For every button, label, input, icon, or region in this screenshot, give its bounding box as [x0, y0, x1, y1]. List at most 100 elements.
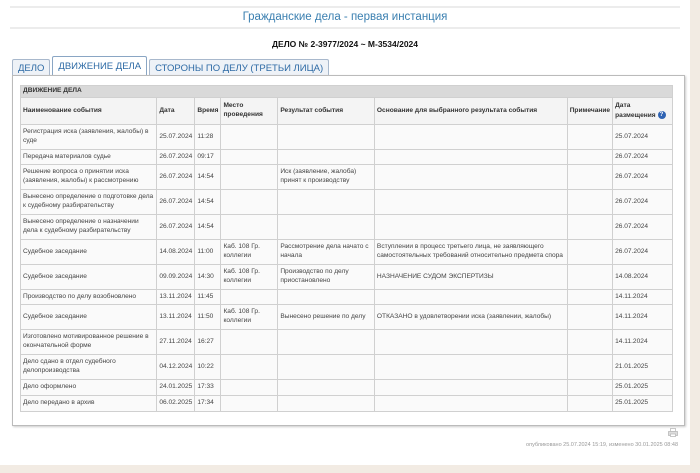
table-row: Решение вопроса о принятии иска (заявлен… [19, 164, 673, 190]
table-row: Судебное заседание 09.09.2024 14:30 Каб. 10… [19, 264, 673, 290]
cell-time: 10:22 [194, 354, 222, 380]
print-icon[interactable] [668, 428, 678, 437]
section-title: ДВИЖЕНИЕ ДЕЛА [20, 85, 673, 98]
cell-time: 17:33 [194, 379, 222, 396]
cell-note [566, 149, 614, 165]
cell-place [220, 354, 279, 380]
cell-time: 11:00 [194, 239, 222, 265]
cell-note [566, 124, 614, 150]
table-row: Дело оформлено 24.01.2025 17:33 25.01.2025 [19, 379, 673, 396]
cell-time: 09:17 [194, 149, 222, 165]
page-title: Гражданские дела - первая инстанция [242, 11, 448, 23]
cell-place [220, 124, 279, 150]
cell-event: Дело сдано в отдел судебного делопроизво… [19, 354, 158, 380]
cell-event: Судебное заседание [19, 304, 158, 330]
cell-date: 24.01.2025 [156, 379, 196, 396]
cell-result [277, 395, 375, 412]
cell-posted: 14.11.2024 [612, 289, 673, 305]
case-movement-table: ДВИЖЕНИЕ ДЕЛА Наименование события Дата … [19, 85, 673, 412]
divider [10, 27, 680, 29]
cell-result [277, 149, 375, 165]
cell-note [566, 164, 614, 190]
cell-place [220, 214, 279, 240]
cell-time: 14:54 [194, 189, 222, 215]
table-row: Дело сдано в отдел судебного делопроизво… [19, 354, 673, 380]
cell-place [220, 149, 279, 165]
cell-basis [373, 354, 568, 380]
table-row: Передача материалов судье 26.07.2024 09:17… [19, 149, 673, 165]
cell-result [277, 354, 375, 380]
cell-result: Иск (заявление, жалоба) принят к произво… [277, 164, 375, 190]
tab-bar: ДЕЛО ДВИЖЕНИЕ ДЕЛА СТОРОНЫ ПО ДЕЛУ (ТРЕТ… [12, 56, 331, 77]
tab-case-movement[interactable]: ДВИЖЕНИЕ ДЕЛА [52, 56, 148, 77]
cell-event: Судебное заседание [19, 264, 158, 290]
cell-note [566, 214, 614, 240]
table-header-row: Наименование события Дата Время Место пр… [19, 97, 673, 125]
cell-result: Рассмотрение дела начато с начала [277, 239, 375, 265]
cell-date: 06.02.2025 [156, 395, 196, 412]
cell-date: 13.11.2024 [156, 289, 196, 305]
cell-date: 27.11.2024 [156, 329, 196, 355]
cell-event: Регистрация иска (заявления, жалобы) в с… [19, 124, 158, 150]
table-row: Изготовлено мотивированное решение в око… [19, 329, 673, 355]
table-row: Дело передано в архив 06.02.2025 17:34 25.0… [19, 395, 673, 412]
cell-event: Дело оформлено [19, 379, 158, 396]
cell-time: 14:54 [194, 214, 222, 240]
cell-time: 11:45 [194, 289, 222, 305]
cell-note [566, 264, 614, 290]
col-time: Время [194, 97, 222, 125]
cell-posted: 26.07.2024 [612, 164, 673, 190]
case-number: ДЕЛО № 2-3977/2024 ~ М-3534/2024 [271, 39, 418, 49]
cell-note [566, 304, 614, 330]
cell-time: 11:28 [194, 124, 222, 150]
cell-result [277, 214, 375, 240]
table-row: Вынесено определение о назначении дела к… [19, 214, 673, 240]
cell-date: 26.07.2024 [156, 149, 196, 165]
cell-note [566, 379, 614, 396]
cell-result: Вынесено решение по делу [277, 304, 375, 330]
cell-posted: 14.08.2024 [612, 264, 673, 290]
table-row: Судебное заседание 14.08.2024 11:00 Каб. 10… [19, 239, 673, 265]
cell-time: 14:54 [194, 164, 222, 190]
cell-note [566, 354, 614, 380]
cell-place [220, 289, 279, 305]
cell-result [277, 124, 375, 150]
cell-place: Каб. 108 Гр. коллегии [220, 239, 279, 265]
cell-event: Дело передано в архив [19, 395, 158, 412]
cell-date: 25.07.2024 [156, 124, 196, 150]
cell-posted: 26.07.2024 [612, 214, 673, 240]
col-basis: Основание для выбранного результата собы… [373, 97, 568, 125]
cell-basis [373, 164, 568, 190]
cell-result [277, 289, 375, 305]
table-row: Судебное заседание 13.11.2024 11:50 Каб. 10… [19, 304, 673, 330]
cell-place: Каб. 108 Гр. коллегии [220, 304, 279, 330]
cell-event: Производство по делу возобновлено [19, 289, 158, 305]
table-row: Регистрация иска (заявления, жалобы) в с… [19, 124, 673, 150]
cell-basis [373, 289, 568, 305]
cell-place [220, 395, 279, 412]
published-info: опубликовано 25.07.2024 15:19, изменено … [526, 442, 678, 448]
cell-basis [373, 395, 568, 412]
help-icon[interactable]: ? [657, 110, 666, 119]
cell-basis: Вступлении в процесс третьего лица, не з… [373, 239, 568, 265]
cell-note [566, 329, 614, 355]
cell-posted: 25.01.2025 [612, 379, 673, 396]
table-row: Вынесено определение о подготовке дела к… [19, 189, 673, 215]
cell-basis [373, 149, 568, 165]
col-place: Место проведения [220, 97, 279, 125]
col-event: Наименование события [19, 97, 158, 125]
cell-posted: 21.01.2025 [612, 354, 673, 380]
tab-case[interactable]: ДЕЛО [12, 59, 51, 76]
cell-time: 11:50 [194, 304, 222, 330]
cell-basis [373, 189, 568, 215]
cell-time: 14:30 [194, 264, 222, 290]
cell-result [277, 189, 375, 215]
cell-basis [373, 124, 568, 150]
tab-parties[interactable]: СТОРОНЫ ПО ДЕЛУ (ТРЕТЬИ ЛИЦА) [149, 59, 330, 76]
divider [10, 6, 680, 8]
cell-place [220, 189, 279, 215]
cell-basis [373, 379, 568, 396]
cell-date: 26.07.2024 [156, 164, 196, 190]
cell-event: Вынесено определение о назначении дела к… [19, 214, 158, 240]
cell-posted: 26.07.2024 [612, 189, 673, 215]
